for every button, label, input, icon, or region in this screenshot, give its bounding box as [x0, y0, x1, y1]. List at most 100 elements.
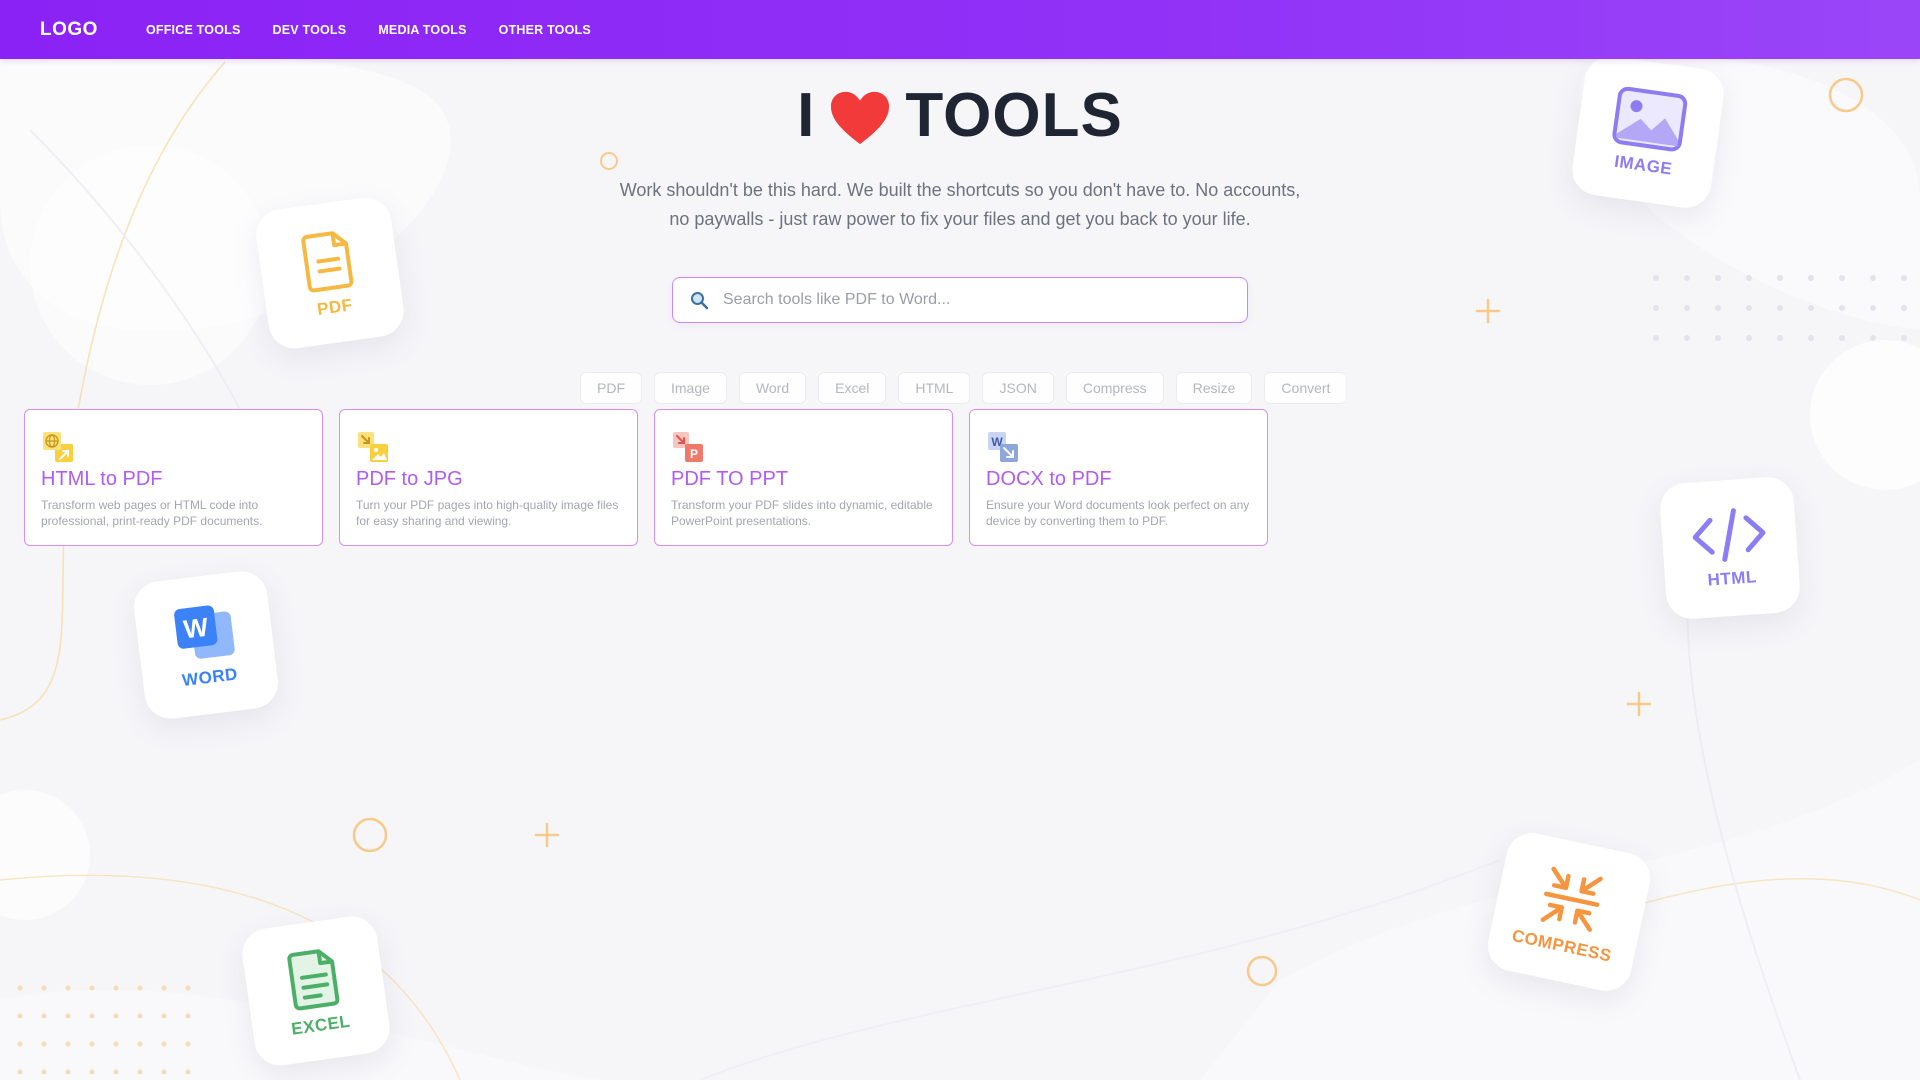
search-bar[interactable] — [672, 277, 1248, 323]
decor-dot — [41, 1013, 47, 1019]
decor-dot — [17, 985, 23, 991]
chip-pdf[interactable]: PDF — [580, 372, 642, 404]
decor-dot — [113, 1013, 119, 1019]
decor-dot — [1777, 335, 1783, 341]
card-title: DOCX to PDF — [986, 468, 1112, 490]
decor-dot — [89, 1013, 95, 1019]
decor-dot — [1839, 305, 1845, 311]
decor-dot — [1653, 335, 1659, 341]
pdf-icon — [301, 231, 354, 293]
search-input[interactable] — [723, 291, 1247, 309]
decor-dot — [113, 1069, 119, 1075]
html-to-pdf-icon — [43, 432, 73, 462]
decor-tile-compress: COMPRESS — [1483, 828, 1655, 996]
chip-compress[interactable]: Compress — [1065, 372, 1164, 404]
nav-link-dev-tools[interactable]: DEV TOOLS — [273, 23, 347, 37]
title-word-i: I — [797, 81, 816, 150]
decor-dot — [65, 1041, 71, 1047]
decor-dot — [1715, 275, 1721, 281]
decor-dot — [1870, 305, 1876, 311]
decor-dot — [185, 1069, 191, 1075]
code-icon — [1692, 508, 1766, 562]
svg-text:W: W — [182, 612, 210, 645]
decor-tile-html: HTML — [1658, 475, 1802, 621]
card-title: PDF to JPG — [356, 468, 463, 490]
chip-excel[interactable]: Excel — [818, 372, 887, 404]
decor-dot — [185, 1013, 191, 1019]
tool-card-pdf-to-jpg[interactable]: PDF to JPG Turn your PDF pages into high… — [339, 409, 638, 546]
nav-link-media-tools[interactable]: MEDIA TOOLS — [378, 23, 466, 37]
tool-card-pdf-to-ppt[interactable]: P PDF TO PPT Transform your PDF slides i… — [654, 409, 953, 546]
decor-dot — [137, 1069, 143, 1075]
hero-subtitle: Work shouldn't be this hard. We built th… — [619, 180, 1301, 229]
nav-link-office-tools[interactable]: OFFICE TOOLS — [146, 23, 241, 37]
category-chips: PDF Image Word Excel HTML JSON Compress … — [580, 372, 1345, 404]
card-description: Transform web pages or HTML code into pr… — [41, 498, 263, 528]
decor-dot — [137, 1041, 143, 1047]
decor-dot — [89, 985, 95, 991]
card-description: Turn your PDF pages into high-quality im… — [356, 498, 619, 528]
decor-tile-label: WORD — [181, 664, 239, 691]
decor-tile-label: HTML — [1706, 567, 1758, 590]
decor-dot — [161, 1013, 167, 1019]
decor-dot — [1653, 305, 1659, 311]
chip-resize[interactable]: Resize — [1175, 372, 1253, 404]
heart-icon — [831, 91, 890, 144]
decor-dot — [1808, 335, 1814, 341]
logo[interactable]: LOGO — [40, 19, 98, 41]
excel-icon — [287, 949, 340, 1011]
tool-card-html-to-pdf[interactable]: HTML to PDF Transform web pages or HTML … — [24, 409, 323, 546]
decor-dot — [1777, 305, 1783, 311]
decor-tile-pdf: PDF — [252, 194, 408, 352]
page-title: I TOOLS — [0, 80, 1920, 151]
decor-tile-label: PDF — [315, 295, 354, 320]
decor-tile-excel: EXCEL — [239, 913, 393, 1069]
decor-dot — [65, 985, 71, 991]
decor-dot — [1870, 275, 1876, 281]
decor-dot — [1684, 305, 1690, 311]
decor-dot — [161, 1041, 167, 1047]
chip-word[interactable]: Word — [738, 372, 807, 404]
decor-dot — [1808, 275, 1814, 281]
decor-dot — [137, 985, 143, 991]
decor-dot — [1746, 335, 1752, 341]
tool-cards: HTML to PDF Transform web pages or HTML … — [24, 409, 1268, 546]
compress-icon — [1540, 866, 1603, 932]
decor-dot — [41, 1041, 47, 1047]
chip-convert[interactable]: Convert — [1264, 372, 1345, 404]
decor-dot — [1746, 275, 1752, 281]
decor-dot — [1808, 305, 1814, 311]
card-description: Ensure your Word documents look perfect … — [986, 498, 1250, 528]
decor-dot — [161, 985, 167, 991]
decor-dot — [1839, 335, 1845, 341]
decor-dot — [1715, 335, 1721, 341]
top-navbar: LOGO OFFICE TOOLS DEV TOOLS MEDIA TOOLS … — [0, 0, 1920, 59]
decor-tile-label: EXCEL — [290, 1011, 352, 1039]
word-icon: W — [174, 605, 235, 659]
docx-to-pdf-icon: W — [988, 432, 1018, 462]
decor-dot — [17, 1069, 23, 1075]
decor-dot — [1839, 275, 1845, 281]
decor-dot — [1901, 275, 1907, 281]
nav-link-other-tools[interactable]: OTHER TOOLS — [499, 23, 591, 37]
decor-dot — [1684, 275, 1690, 281]
decor-dot — [41, 985, 47, 991]
pdf-to-jpg-icon — [358, 432, 388, 462]
decor-dot — [113, 1041, 119, 1047]
decor-dot — [1684, 335, 1690, 341]
decor-tile-word: W WORD — [131, 568, 281, 722]
tool-card-docx-to-pdf[interactable]: W DOCX to PDF Ensure your Word documents… — [969, 409, 1268, 546]
decor-dot — [1870, 335, 1876, 341]
chip-image[interactable]: Image — [654, 372, 727, 404]
chip-html[interactable]: HTML — [898, 372, 971, 404]
decor-dot — [113, 985, 119, 991]
decor-dot — [1901, 305, 1907, 311]
card-title: HTML to PDF — [41, 468, 163, 490]
card-title: PDF TO PPT — [671, 468, 789, 490]
decor-dot — [1715, 305, 1721, 311]
chip-json[interactable]: JSON — [982, 372, 1054, 404]
decor-dot — [41, 1069, 47, 1075]
decor-dot — [89, 1041, 95, 1047]
decor-dot — [1653, 275, 1659, 281]
decor-dot — [161, 1069, 167, 1075]
